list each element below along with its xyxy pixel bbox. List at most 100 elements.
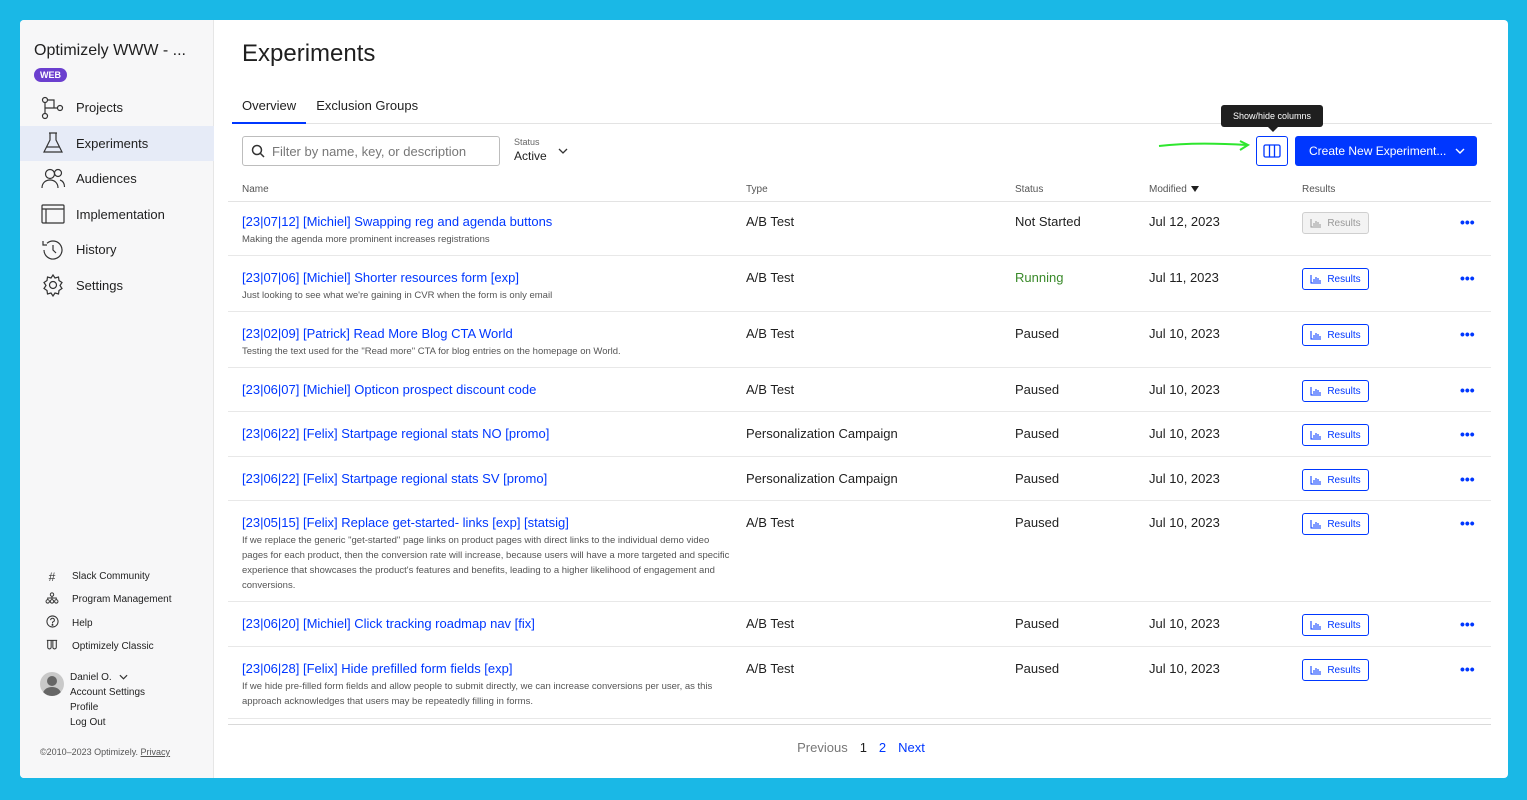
optimizely-classic-link[interactable]: Optimizely Classic	[44, 635, 172, 658]
sidebar-item-history[interactable]: History	[20, 232, 214, 268]
sidebar-nav: Projects Experiments Audiences Implement…	[20, 90, 214, 303]
table-row[interactable]: [23|07|12] [Michiel] Swapping reg and ag…	[228, 200, 1491, 256]
experiment-status: Paused	[1015, 471, 1060, 486]
results-button-label: Results	[1327, 329, 1361, 341]
tab-exclusion-groups[interactable]: Exclusion Groups	[306, 94, 428, 124]
experiment-description: Testing the text used for the "Read more…	[242, 346, 621, 357]
experiment-name-cell: [23|05|15] [Felix] Replace get-started- …	[242, 515, 742, 593]
experiment-name-cell: [23|07|06] [Michiel] Shorter resources f…	[242, 270, 742, 303]
sidebar-item-implementation[interactable]: Implementation	[20, 197, 214, 233]
experiment-name-link[interactable]: [23|05|15] [Felix] Replace get-started- …	[242, 515, 742, 530]
privacy-link[interactable]: Privacy	[141, 747, 171, 757]
search-input[interactable]	[272, 143, 492, 159]
bar-chart-icon	[1310, 621, 1322, 630]
user-name[interactable]: Daniel O.	[70, 670, 180, 685]
table-row[interactable]: [23|02|09] [Patrick] Read More Blog CTA …	[228, 312, 1491, 368]
more-actions-icon[interactable]: •••	[1460, 426, 1475, 442]
sidebar-item-experiments[interactable]: Experiments	[20, 125, 214, 161]
more-actions-icon[interactable]: •••	[1460, 326, 1475, 342]
more-actions-icon[interactable]: •••	[1460, 270, 1475, 286]
link-label: Optimizely Classic	[72, 641, 154, 653]
hash-icon: #	[48, 569, 56, 584]
experiment-name-link[interactable]: [23|06|28] [Felix] Hide prefilled form f…	[242, 661, 742, 676]
pagination: Previous 1 2 Next	[214, 740, 1508, 755]
experiment-name-cell: [23|06|22] [Felix] Startpage regional st…	[242, 426, 742, 441]
bar-chart-icon	[1310, 520, 1322, 529]
experiment-description: Just looking to see what we're gaining i…	[242, 290, 553, 301]
table-row[interactable]: [23|06|20] [Michiel] Click tracking road…	[228, 602, 1491, 647]
sidebar-item-projects[interactable]: Projects	[20, 90, 214, 126]
more-actions-icon[interactable]: •••	[1460, 515, 1475, 531]
experiment-name-link[interactable]: [23|07|12] [Michiel] Swapping reg and ag…	[242, 214, 742, 229]
avatar[interactable]	[40, 672, 64, 696]
bar-chart-icon	[1310, 666, 1322, 675]
experiment-name-cell: [23|06|20] [Michiel] Click tracking road…	[242, 616, 742, 631]
show-hide-columns-button[interactable]	[1256, 136, 1288, 166]
help-icon	[44, 615, 60, 631]
account-settings-link[interactable]: Account Settings	[70, 685, 180, 700]
more-actions-icon[interactable]: •••	[1460, 471, 1475, 487]
main-content: Experiments Overview Exclusion Groups St…	[214, 20, 1508, 778]
pagination-page-2[interactable]: 2	[879, 740, 886, 755]
results-button[interactable]: Results	[1302, 469, 1369, 491]
tab-overview[interactable]: Overview	[232, 94, 307, 124]
bar-chart-icon	[1310, 275, 1322, 284]
experiment-type: Personalization Campaign	[746, 426, 898, 441]
pagination-page-1[interactable]: 1	[860, 740, 867, 755]
table-row[interactable]: [23|06|28] [Felix] Hide prefilled form f…	[228, 647, 1491, 719]
experiment-name-cell: [23|02|09] [Patrick] Read More Blog CTA …	[242, 326, 742, 359]
sidebar-item-audiences[interactable]: Audiences	[20, 161, 214, 197]
more-actions-icon[interactable]: •••	[1460, 214, 1475, 230]
sidebar-item-label: Experiments	[76, 135, 149, 151]
pagination-previous[interactable]: Previous	[797, 740, 848, 755]
status-filter-dropdown[interactable]: Status Active	[514, 137, 574, 163]
program-management-link[interactable]: Program Management	[44, 588, 172, 611]
table-row[interactable]: [23|06|22] [Felix] Startpage regional st…	[228, 457, 1491, 501]
column-header-status[interactable]: Status	[1015, 184, 1043, 195]
experiment-name-link[interactable]: [23|06|20] [Michiel] Click tracking road…	[242, 616, 742, 631]
link-label: Slack Community	[72, 571, 150, 583]
results-button[interactable]: Results	[1302, 212, 1369, 234]
column-header-type[interactable]: Type	[746, 184, 768, 195]
create-new-experiment-button[interactable]: Create New Experiment...	[1295, 136, 1477, 166]
table-row[interactable]: [23|06|07] [Michiel] Opticon prospect di…	[228, 368, 1491, 412]
experiment-name-link[interactable]: [23|06|07] [Michiel] Opticon prospect di…	[242, 382, 742, 397]
results-button[interactable]: Results	[1302, 659, 1369, 681]
modified-header-label: Modified	[1149, 184, 1187, 195]
more-actions-icon[interactable]: •••	[1460, 661, 1475, 677]
chevron-down-icon	[119, 675, 128, 680]
more-actions-icon[interactable]: •••	[1460, 616, 1475, 632]
experiment-type: A/B Test	[746, 214, 795, 229]
column-header-modified[interactable]: Modified	[1149, 184, 1199, 195]
results-button[interactable]: Results	[1302, 424, 1369, 446]
profile-link[interactable]: Profile	[70, 700, 180, 715]
experiment-name-link[interactable]: [23|02|09] [Patrick] Read More Blog CTA …	[242, 326, 742, 341]
results-button[interactable]: Results	[1302, 324, 1369, 346]
results-button[interactable]: Results	[1302, 513, 1369, 535]
sidebar-item-settings[interactable]: Settings	[20, 268, 214, 304]
column-header-name[interactable]: Name	[242, 184, 269, 195]
slack-community-link[interactable]: # Slack Community	[44, 565, 172, 588]
sidebar-item-label: Projects	[76, 100, 123, 116]
help-link[interactable]: Help	[44, 612, 172, 635]
experiment-modified-date: Jul 10, 2023	[1149, 326, 1220, 341]
experiment-name-link[interactable]: [23|07|06] [Michiel] Shorter resources f…	[242, 270, 742, 285]
experiment-type: A/B Test	[746, 382, 795, 397]
pagination-next[interactable]: Next	[898, 740, 925, 755]
results-button-label: Results	[1327, 619, 1361, 631]
experiment-type: A/B Test	[746, 326, 795, 341]
log-out-link[interactable]: Log Out	[70, 715, 180, 730]
table-row[interactable]: [23|05|15] [Felix] Replace get-started- …	[228, 501, 1491, 602]
experiment-name-link[interactable]: [23|06|22] [Felix] Startpage regional st…	[242, 471, 742, 486]
sidebar-item-label: History	[76, 242, 117, 258]
project-title[interactable]: Optimizely WWW - ...	[34, 42, 186, 60]
results-button-label: Results	[1327, 273, 1361, 285]
show-hide-columns-tooltip: Show/hide columns	[1221, 105, 1323, 132]
more-actions-icon[interactable]: •••	[1460, 382, 1475, 398]
table-row[interactable]: [23|06|22] [Felix] Startpage regional st…	[228, 412, 1491, 457]
results-button[interactable]: Results	[1302, 268, 1369, 290]
results-button[interactable]: Results	[1302, 614, 1369, 636]
results-button[interactable]: Results	[1302, 380, 1369, 402]
experiment-name-link[interactable]: [23|06|22] [Felix] Startpage regional st…	[242, 426, 742, 441]
table-row[interactable]: [23|07|06] [Michiel] Shorter resources f…	[228, 256, 1491, 312]
